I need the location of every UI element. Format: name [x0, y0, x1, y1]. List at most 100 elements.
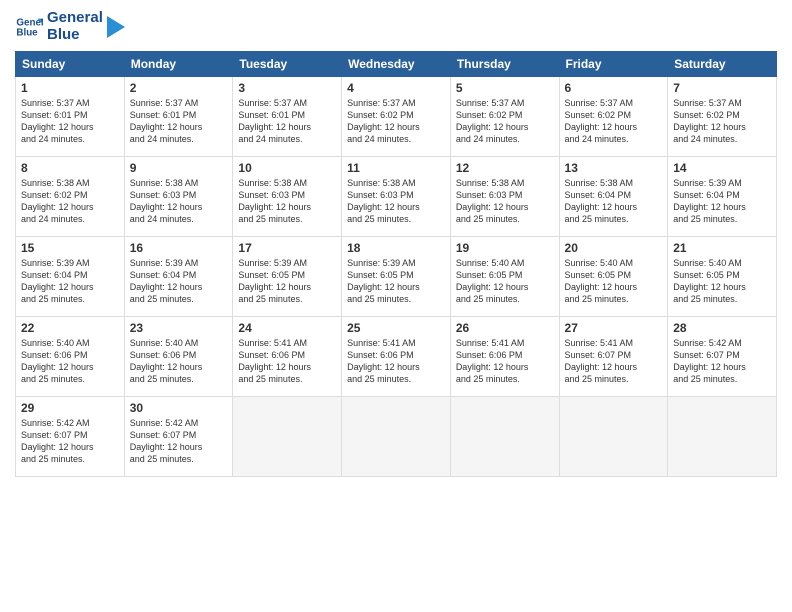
day-info: Sunrise: 5:42 AM Sunset: 6:07 PM Dayligh…	[673, 337, 771, 386]
day-number: 23	[130, 321, 228, 335]
day-number: 19	[456, 241, 554, 255]
col-friday: Friday	[559, 52, 668, 77]
day-number: 29	[21, 401, 119, 415]
logo-icon: General Blue	[15, 13, 43, 41]
calendar-cell: 7 Sunrise: 5:37 AM Sunset: 6:02 PM Dayli…	[668, 77, 777, 157]
day-number: 17	[238, 241, 336, 255]
day-info: Sunrise: 5:38 AM Sunset: 6:03 PM Dayligh…	[130, 177, 228, 226]
calendar-cell: 11 Sunrise: 5:38 AM Sunset: 6:03 PM Dayl…	[342, 157, 451, 237]
day-number: 27	[565, 321, 663, 335]
day-info: Sunrise: 5:41 AM Sunset: 6:07 PM Dayligh…	[565, 337, 663, 386]
svg-text:Blue: Blue	[16, 27, 38, 38]
logo-blue: Blue	[47, 27, 103, 44]
col-monday: Monday	[124, 52, 233, 77]
col-saturday: Saturday	[668, 52, 777, 77]
day-number: 8	[21, 161, 119, 175]
calendar-header-row: Sunday Monday Tuesday Wednesday Thursday…	[16, 52, 777, 77]
day-info: Sunrise: 5:39 AM Sunset: 6:05 PM Dayligh…	[238, 257, 336, 306]
day-info: Sunrise: 5:38 AM Sunset: 6:02 PM Dayligh…	[21, 177, 119, 226]
calendar-cell: 20 Sunrise: 5:40 AM Sunset: 6:05 PM Dayl…	[559, 237, 668, 317]
day-number: 2	[130, 81, 228, 95]
calendar-cell: 29 Sunrise: 5:42 AM Sunset: 6:07 PM Dayl…	[16, 397, 125, 477]
calendar-cell: 6 Sunrise: 5:37 AM Sunset: 6:02 PM Dayli…	[559, 77, 668, 157]
day-number: 26	[456, 321, 554, 335]
calendar-cell: 17 Sunrise: 5:39 AM Sunset: 6:05 PM Dayl…	[233, 237, 342, 317]
day-info: Sunrise: 5:37 AM Sunset: 6:02 PM Dayligh…	[565, 97, 663, 146]
calendar-cell	[233, 397, 342, 477]
calendar-cell	[342, 397, 451, 477]
calendar-cell: 9 Sunrise: 5:38 AM Sunset: 6:03 PM Dayli…	[124, 157, 233, 237]
day-info: Sunrise: 5:37 AM Sunset: 6:02 PM Dayligh…	[456, 97, 554, 146]
day-info: Sunrise: 5:39 AM Sunset: 6:05 PM Dayligh…	[347, 257, 445, 306]
logo-general: General	[47, 10, 103, 27]
day-number: 10	[238, 161, 336, 175]
day-number: 20	[565, 241, 663, 255]
day-info: Sunrise: 5:38 AM Sunset: 6:04 PM Dayligh…	[565, 177, 663, 226]
day-info: Sunrise: 5:40 AM Sunset: 6:06 PM Dayligh…	[130, 337, 228, 386]
col-thursday: Thursday	[450, 52, 559, 77]
day-info: Sunrise: 5:41 AM Sunset: 6:06 PM Dayligh…	[238, 337, 336, 386]
calendar-cell: 2 Sunrise: 5:37 AM Sunset: 6:01 PM Dayli…	[124, 77, 233, 157]
calendar-week-1: 1 Sunrise: 5:37 AM Sunset: 6:01 PM Dayli…	[16, 77, 777, 157]
calendar-week-3: 15 Sunrise: 5:39 AM Sunset: 6:04 PM Dayl…	[16, 237, 777, 317]
calendar-table: Sunday Monday Tuesday Wednesday Thursday…	[15, 51, 777, 477]
day-number: 11	[347, 161, 445, 175]
calendar-cell: 10 Sunrise: 5:38 AM Sunset: 6:03 PM Dayl…	[233, 157, 342, 237]
day-number: 7	[673, 81, 771, 95]
calendar-cell: 14 Sunrise: 5:39 AM Sunset: 6:04 PM Dayl…	[668, 157, 777, 237]
day-info: Sunrise: 5:39 AM Sunset: 6:04 PM Dayligh…	[21, 257, 119, 306]
day-info: Sunrise: 5:41 AM Sunset: 6:06 PM Dayligh…	[456, 337, 554, 386]
calendar-cell	[450, 397, 559, 477]
day-number: 30	[130, 401, 228, 415]
calendar-cell: 3 Sunrise: 5:37 AM Sunset: 6:01 PM Dayli…	[233, 77, 342, 157]
calendar-cell: 23 Sunrise: 5:40 AM Sunset: 6:06 PM Dayl…	[124, 317, 233, 397]
calendar-cell: 16 Sunrise: 5:39 AM Sunset: 6:04 PM Dayl…	[124, 237, 233, 317]
calendar-cell: 25 Sunrise: 5:41 AM Sunset: 6:06 PM Dayl…	[342, 317, 451, 397]
logo-arrow-icon	[107, 16, 125, 38]
col-sunday: Sunday	[16, 52, 125, 77]
day-info: Sunrise: 5:37 AM Sunset: 6:01 PM Dayligh…	[130, 97, 228, 146]
calendar-cell: 22 Sunrise: 5:40 AM Sunset: 6:06 PM Dayl…	[16, 317, 125, 397]
col-tuesday: Tuesday	[233, 52, 342, 77]
day-number: 13	[565, 161, 663, 175]
day-info: Sunrise: 5:40 AM Sunset: 6:06 PM Dayligh…	[21, 337, 119, 386]
calendar-cell: 28 Sunrise: 5:42 AM Sunset: 6:07 PM Dayl…	[668, 317, 777, 397]
calendar-cell: 24 Sunrise: 5:41 AM Sunset: 6:06 PM Dayl…	[233, 317, 342, 397]
calendar-week-2: 8 Sunrise: 5:38 AM Sunset: 6:02 PM Dayli…	[16, 157, 777, 237]
day-number: 12	[456, 161, 554, 175]
day-info: Sunrise: 5:40 AM Sunset: 6:05 PM Dayligh…	[565, 257, 663, 306]
day-number: 18	[347, 241, 445, 255]
day-number: 14	[673, 161, 771, 175]
calendar-cell	[559, 397, 668, 477]
day-info: Sunrise: 5:37 AM Sunset: 6:01 PM Dayligh…	[21, 97, 119, 146]
day-info: Sunrise: 5:38 AM Sunset: 6:03 PM Dayligh…	[238, 177, 336, 226]
calendar-cell: 12 Sunrise: 5:38 AM Sunset: 6:03 PM Dayl…	[450, 157, 559, 237]
day-info: Sunrise: 5:42 AM Sunset: 6:07 PM Dayligh…	[130, 417, 228, 466]
day-number: 3	[238, 81, 336, 95]
day-number: 22	[21, 321, 119, 335]
day-info: Sunrise: 5:37 AM Sunset: 6:02 PM Dayligh…	[347, 97, 445, 146]
day-info: Sunrise: 5:42 AM Sunset: 6:07 PM Dayligh…	[21, 417, 119, 466]
calendar-week-4: 22 Sunrise: 5:40 AM Sunset: 6:06 PM Dayl…	[16, 317, 777, 397]
col-wednesday: Wednesday	[342, 52, 451, 77]
calendar-cell	[668, 397, 777, 477]
day-info: Sunrise: 5:40 AM Sunset: 6:05 PM Dayligh…	[673, 257, 771, 306]
day-info: Sunrise: 5:38 AM Sunset: 6:03 PM Dayligh…	[347, 177, 445, 226]
calendar-week-5: 29 Sunrise: 5:42 AM Sunset: 6:07 PM Dayl…	[16, 397, 777, 477]
calendar-cell: 27 Sunrise: 5:41 AM Sunset: 6:07 PM Dayl…	[559, 317, 668, 397]
day-info: Sunrise: 5:38 AM Sunset: 6:03 PM Dayligh…	[456, 177, 554, 226]
calendar-cell: 1 Sunrise: 5:37 AM Sunset: 6:01 PM Dayli…	[16, 77, 125, 157]
calendar-cell: 13 Sunrise: 5:38 AM Sunset: 6:04 PM Dayl…	[559, 157, 668, 237]
calendar-cell: 19 Sunrise: 5:40 AM Sunset: 6:05 PM Dayl…	[450, 237, 559, 317]
day-number: 6	[565, 81, 663, 95]
day-info: Sunrise: 5:41 AM Sunset: 6:06 PM Dayligh…	[347, 337, 445, 386]
day-number: 4	[347, 81, 445, 95]
day-number: 28	[673, 321, 771, 335]
calendar-cell: 21 Sunrise: 5:40 AM Sunset: 6:05 PM Dayl…	[668, 237, 777, 317]
calendar-cell: 18 Sunrise: 5:39 AM Sunset: 6:05 PM Dayl…	[342, 237, 451, 317]
day-info: Sunrise: 5:39 AM Sunset: 6:04 PM Dayligh…	[673, 177, 771, 226]
day-number: 25	[347, 321, 445, 335]
page-header: General Blue General Blue	[15, 10, 777, 43]
day-number: 21	[673, 241, 771, 255]
calendar-cell: 15 Sunrise: 5:39 AM Sunset: 6:04 PM Dayl…	[16, 237, 125, 317]
